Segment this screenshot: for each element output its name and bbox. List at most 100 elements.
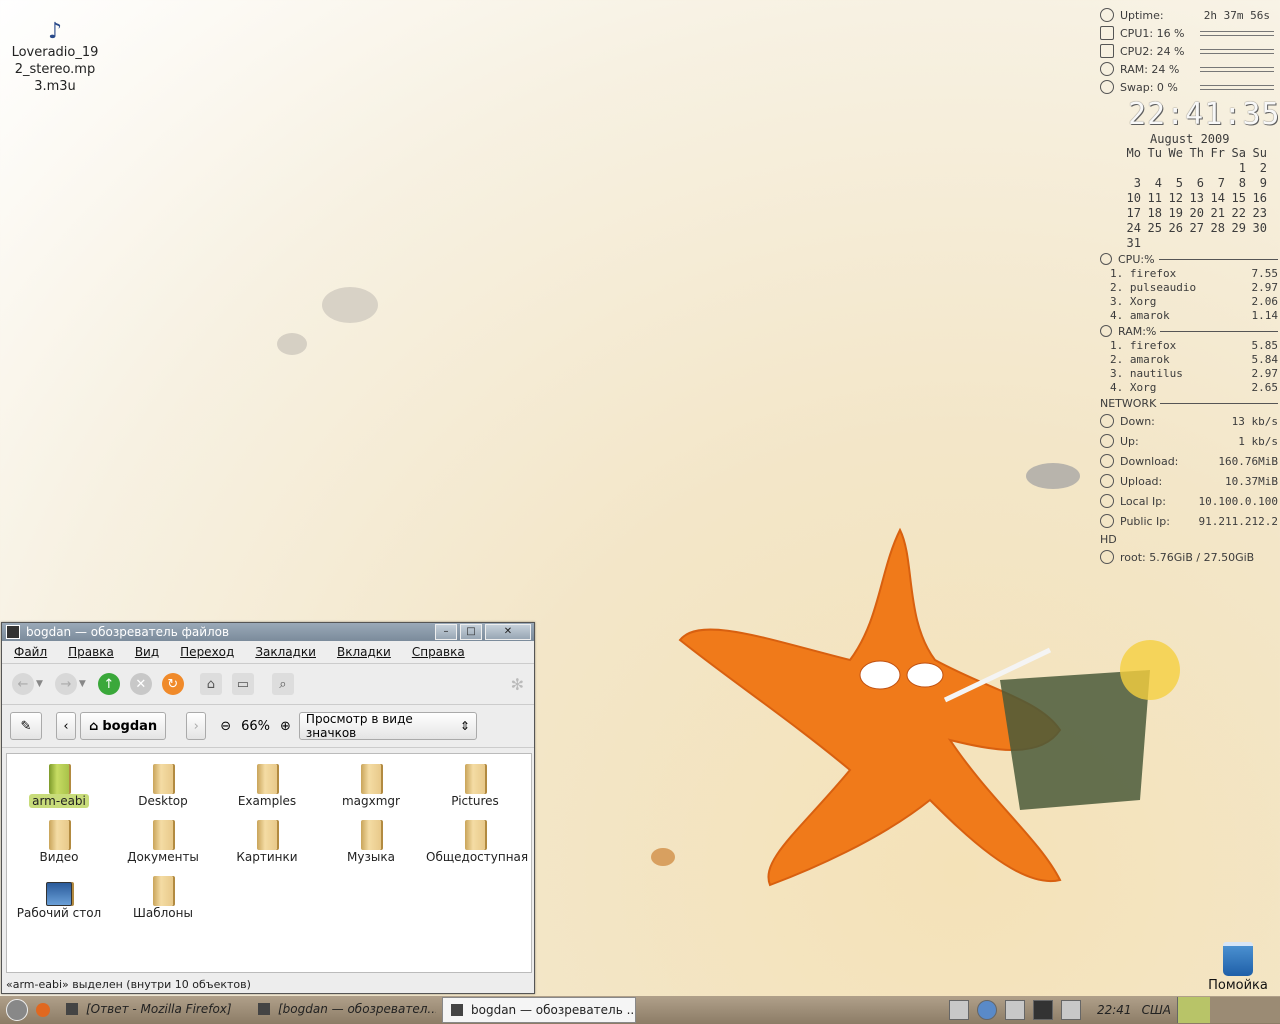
path-right-button[interactable]: › [186, 712, 207, 740]
network-value: 13 kb/s [1231, 414, 1278, 428]
ram-top-title: RAM:% [1118, 324, 1157, 338]
network-value: 91.211.212.2 [1198, 514, 1278, 528]
taskbar-clock[interactable]: 22:41 [1097, 1003, 1132, 1017]
menu-item[interactable]: Файл [14, 645, 47, 659]
network-row: Public Ip: 91.211.212.2 [1100, 511, 1278, 531]
taskbar-task[interactable]: [Ответ - Mozilla Firefox] [58, 997, 244, 1021]
main-menu-button[interactable] [6, 999, 28, 1021]
back-button[interactable]: ← [12, 673, 34, 695]
calendar-day: 14 [1210, 191, 1225, 205]
view-mode-label: Просмотр в виде значков [305, 712, 413, 740]
volume-icon[interactable] [1060, 1000, 1081, 1020]
ram-bar [1200, 66, 1274, 72]
network-key: Download: [1120, 454, 1179, 468]
taskbar-task[interactable]: bogdan — обозреватель ... [442, 997, 636, 1023]
calendar-day: 8 [1238, 176, 1246, 190]
desktop-file-playlist[interactable]: ♪ Loveradio_192_stereo.mp3.m3u [10, 20, 100, 95]
file-item[interactable]: Pictures [423, 760, 527, 816]
file-item-label: Общедоступная [426, 850, 529, 864]
swap-bar [1200, 84, 1274, 90]
forward-history-dropdown[interactable]: ▼ [79, 679, 86, 689]
network-value: 10.37MiB [1225, 474, 1278, 488]
view-mode-select[interactable]: Просмотр в виде значков ⇕ [298, 712, 477, 740]
zoom-level[interactable]: 66% [241, 719, 270, 734]
edit-location-button[interactable]: ✎ [10, 712, 42, 740]
process-name: 1. firefox [1110, 339, 1177, 352]
folder-icon [465, 820, 485, 850]
process-name: 4. Xorg [1110, 381, 1157, 394]
ram-top-list: 1. firefox 5.85 2. amarok 5.84 3. nautilus 2.… [1100, 339, 1278, 395]
file-item[interactable]: Desktop [111, 760, 215, 816]
network-icon [1100, 494, 1114, 508]
window-app-icon[interactable] [6, 625, 20, 639]
menu-item[interactable]: Переход [180, 645, 234, 659]
file-item[interactable]: Рабочий стол [7, 872, 111, 928]
breadcrumb-bogdan[interactable]: ⌂ bogdan [80, 712, 167, 740]
taskbar: [Ответ - Mozilla Firefox] [bogdan — обозр… [0, 996, 1280, 1024]
file-item[interactable]: Картинки [215, 816, 319, 872]
workspace-1[interactable] [1177, 997, 1210, 1023]
ram-process-row: 4. Xorg 2.65 [1100, 381, 1278, 395]
file-item[interactable]: Шаблоны [111, 872, 215, 928]
workspace-2[interactable] [1210, 997, 1280, 1023]
menu-item[interactable]: Закладки [255, 645, 316, 659]
minimize-button[interactable]: – [435, 624, 457, 640]
firefox-launcher-icon[interactable] [36, 1003, 50, 1017]
taskbar-task[interactable]: [bogdan — обозревател... [250, 997, 436, 1021]
file-item[interactable]: Видео [7, 816, 111, 872]
network-value: 10.100.0.100 [1198, 494, 1278, 508]
calendar-title: August 2009 [1150, 132, 1230, 146]
calendar-day-header: We [1168, 146, 1183, 160]
menu-item[interactable]: Справка [412, 645, 465, 659]
computer-button[interactable]: ▭ [231, 673, 254, 695]
file-item[interactable]: Общедоступная [423, 816, 528, 872]
zoom-in-button[interactable]: ⊕ [280, 719, 291, 734]
file-manager-window[interactable]: bogdan — обозреватель файлов – □ ✕ Файл П… [1, 622, 535, 994]
file-item[interactable]: Музыка [319, 816, 423, 872]
task-label: bogdan — обозреватель ... [471, 1003, 636, 1017]
cpu2-label: CPU2: 24 % [1120, 44, 1185, 58]
display-icon[interactable] [1032, 1000, 1053, 1020]
network-list: Down: 13 kb/s Up: 1 kb/s Download: 160.76MiB U… [1100, 411, 1278, 531]
network-manager-icon[interactable] [948, 1000, 969, 1020]
zoom-out-button[interactable]: ⊖ [220, 719, 231, 734]
calendar-day: 13 [1189, 191, 1204, 205]
file-item[interactable]: Examples [215, 760, 319, 816]
clipboard-icon[interactable] [1004, 1000, 1025, 1020]
calendar-day: 10 [1126, 191, 1141, 205]
file-item[interactable]: arm-eabi [7, 760, 111, 816]
conky-monitor: Uptime: 2h 37m 56s CPU1: 16 % CPU2: 24 %… [1100, 6, 1280, 567]
window-titlebar[interactable]: bogdan — обозреватель файлов – □ ✕ [2, 623, 534, 641]
cpu-icon [1100, 26, 1114, 40]
stop-button[interactable]: ✕ [129, 673, 152, 695]
reload-button[interactable]: ↻ [161, 673, 184, 695]
network-key: Public Ip: [1120, 514, 1170, 528]
menu-item[interactable]: Вид [135, 645, 159, 659]
cpu-process-row: 4. amarok 1.14 [1100, 309, 1278, 323]
cpu-icon [1100, 253, 1112, 265]
up-button[interactable]: ↑ [97, 673, 120, 695]
task-label: [bogdan — обозревател... [278, 1002, 436, 1016]
path-left-button[interactable]: ‹ [56, 712, 76, 740]
keyboard-layout[interactable]: США [1142, 1003, 1171, 1017]
desktop-trash[interactable]: Помойка [1206, 942, 1270, 993]
forward-button[interactable]: → [54, 673, 77, 695]
network-row: Up: 1 kb/s [1100, 431, 1278, 451]
file-item-label: Документы [127, 850, 199, 864]
file-item[interactable]: Документы [111, 816, 215, 872]
ram-process-row: 3. nautilus 2.97 [1100, 367, 1278, 381]
update-icon[interactable] [976, 1000, 997, 1020]
home-button[interactable]: ⌂ [199, 673, 222, 695]
menu-item[interactable]: Вкладки [337, 645, 391, 659]
file-view[interactable]: arm-eabi Desktop Examples magxmgr Pictures Ви… [6, 753, 532, 973]
disk-icon [1100, 550, 1114, 564]
file-item[interactable]: magxmgr [319, 760, 423, 816]
music-note-icon: ♪ [47, 19, 63, 44]
menu-item[interactable]: Правка [68, 645, 114, 659]
calendar-day-header: Th [1189, 146, 1204, 160]
back-history-dropdown[interactable]: ▼ [36, 679, 43, 689]
search-button[interactable]: ⌕ [271, 673, 294, 695]
cpu1-row: CPU1: 16 % [1100, 24, 1278, 42]
maximize-button[interactable]: □ [460, 624, 482, 640]
close-button[interactable]: ✕ [485, 624, 531, 640]
